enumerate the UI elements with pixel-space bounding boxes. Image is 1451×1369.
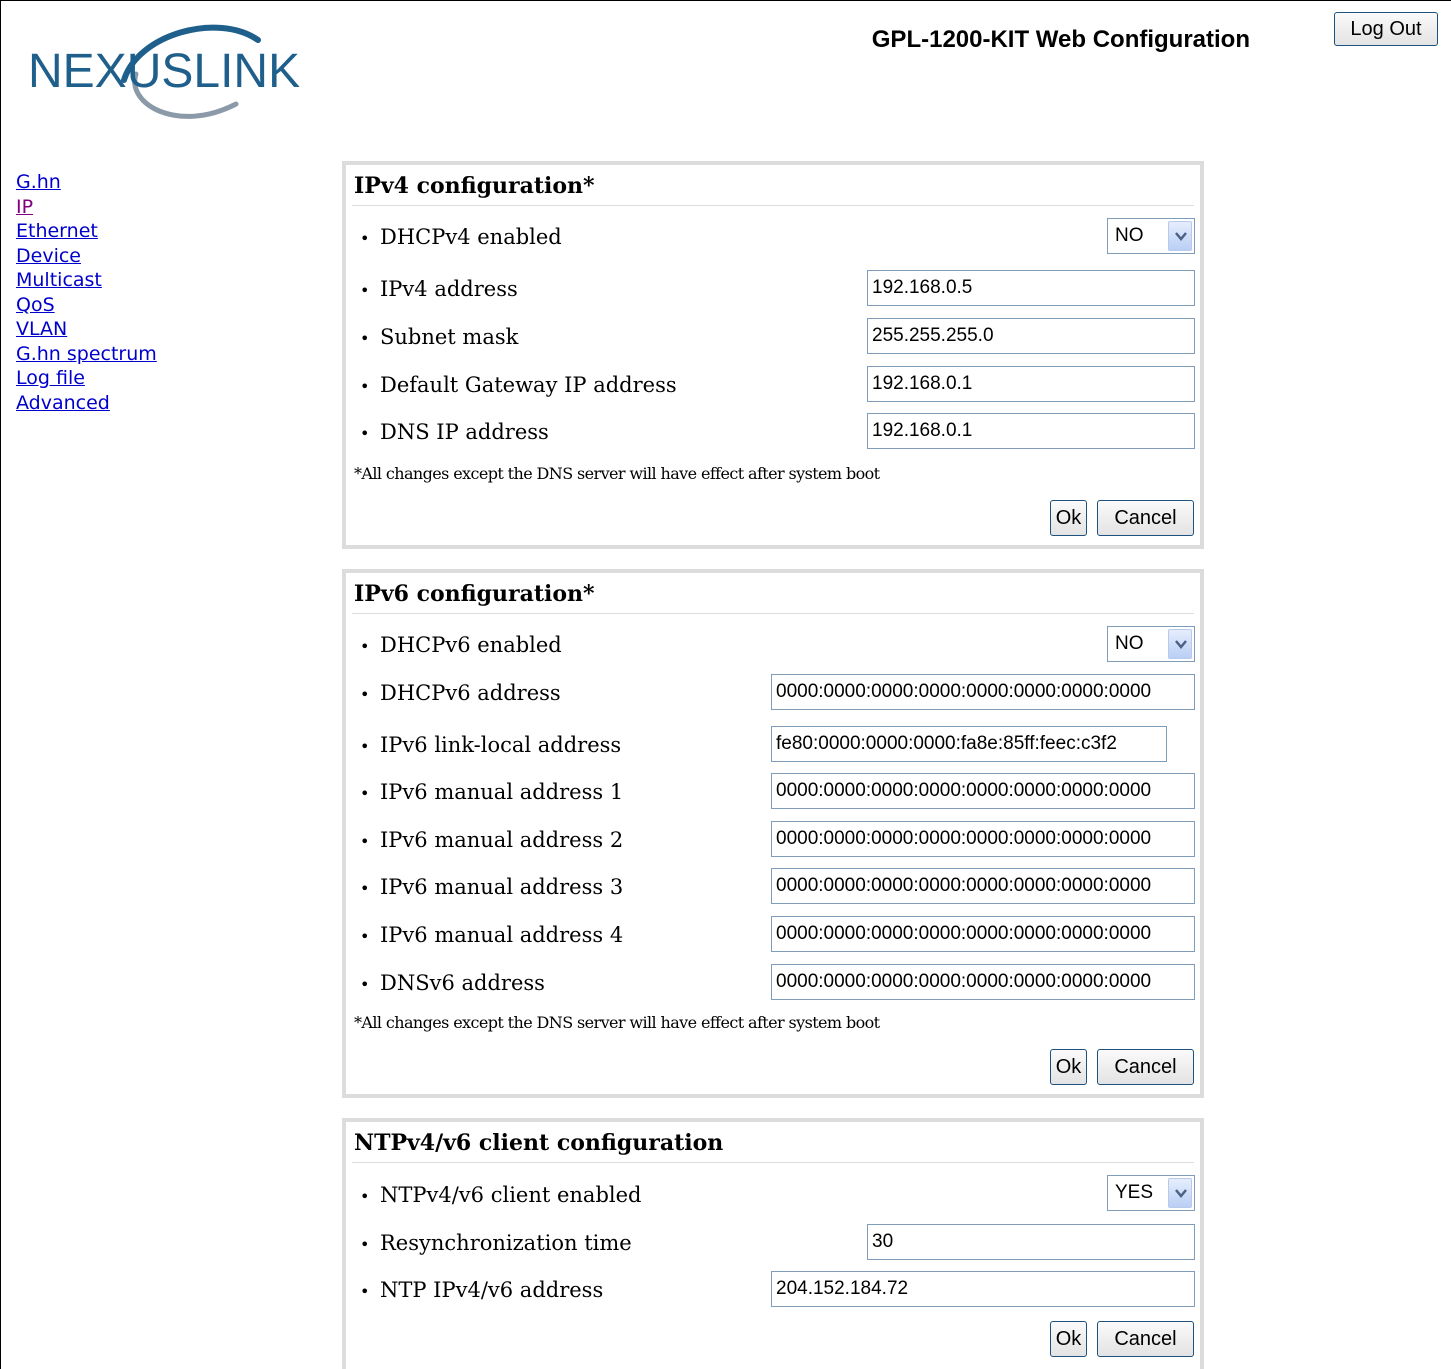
sidebar-item-advanced[interactable]: Advanced	[16, 391, 157, 416]
chevron-down-icon	[1168, 629, 1192, 659]
ntp-enabled-label: • NTPv4/v6 client enabled	[360, 1183, 642, 1207]
ntp-address-label: • NTP IPv4/v6 address	[360, 1278, 604, 1302]
ipv6-note: *All changes except the DNS server will …	[354, 1013, 880, 1032]
ipv4-panel-title: IPv4 configuration*	[354, 173, 595, 199]
resync-time-label: • Resynchronization time	[360, 1231, 632, 1255]
dnsv6-label: • DNSv6 address	[360, 971, 545, 995]
ipv4-address-field[interactable]: 192.168.0.5	[867, 270, 1195, 306]
gateway-field[interactable]: 192.168.0.1	[867, 366, 1195, 402]
dhcpv6-label: • DHCPv6 enabled	[360, 633, 562, 657]
divider	[352, 205, 1194, 206]
window-frame-top	[0, 0, 1451, 1]
ipv6-cancel-button[interactable]: Cancel	[1097, 1049, 1194, 1085]
dhcpv6-address-label: • DHCPv6 address	[360, 681, 561, 705]
sidebar-item-ghn-spectrum[interactable]: G.hn spectrum	[16, 342, 157, 367]
window-frame-left	[0, 0, 1, 1369]
ipv6-panel-title: IPv6 configuration*	[354, 581, 595, 607]
link-local-label: • IPv6 link-local address	[360, 733, 622, 757]
chevron-down-icon	[1168, 221, 1192, 251]
manual-address-1-label: • IPv6 manual address 1	[360, 780, 624, 804]
subnet-mask-field[interactable]: 255.255.255.0	[867, 318, 1195, 354]
ipv4-ok-button[interactable]: Ok	[1050, 500, 1087, 536]
sidebar-item-ghn[interactable]: G.hn	[16, 170, 157, 195]
ntp-enabled-select[interactable]: YES	[1107, 1175, 1195, 1211]
manual-address-3-field[interactable]: 0000:0000:0000:0000:0000:0000:0000:0000	[771, 868, 1195, 904]
ntp-address-field[interactable]: 204.152.184.72	[771, 1271, 1195, 1307]
dns-label: • DNS IP address	[360, 420, 549, 444]
manual-address-4-label: • IPv6 manual address 4	[360, 923, 624, 947]
ipv6-ok-button[interactable]: Ok	[1050, 1049, 1087, 1085]
divider	[352, 613, 1194, 614]
divider	[352, 1162, 1194, 1163]
sidebar-item-device[interactable]: Device	[16, 244, 157, 269]
manual-address-4-field[interactable]: 0000:0000:0000:0000:0000:0000:0000:0000	[771, 916, 1195, 952]
manual-address-2-label: • IPv6 manual address 2	[360, 828, 624, 852]
ntp-cancel-button[interactable]: Cancel	[1097, 1321, 1194, 1357]
dns-field[interactable]: 192.168.0.1	[867, 413, 1195, 449]
ntp-panel-title: NTPv4/v6 client configuration	[354, 1130, 724, 1156]
dnsv6-field[interactable]: 0000:0000:0000:0000:0000:0000:0000:0000	[771, 964, 1195, 1000]
sidebar-item-log-file[interactable]: Log file	[16, 366, 157, 391]
chevron-down-icon	[1168, 1178, 1192, 1208]
dhcpv4-select[interactable]: NO	[1107, 218, 1195, 254]
gateway-label: • Default Gateway IP address	[360, 373, 677, 397]
sidebar-item-qos[interactable]: QoS	[16, 293, 157, 318]
sidebar-nav: G.hn IP Ethernet Device Multicast QoS VL…	[16, 170, 157, 415]
logout-button[interactable]: Log Out	[1334, 12, 1438, 46]
dhcpv6-select[interactable]: NO	[1107, 626, 1195, 662]
resync-time-field[interactable]: 30	[867, 1224, 1195, 1260]
sidebar-item-ethernet[interactable]: Ethernet	[16, 219, 157, 244]
subnet-mask-label: • Subnet mask	[360, 325, 519, 349]
ntp-panel: NTPv4/v6 client configuration • NTPv4/v6 …	[342, 1118, 1204, 1369]
ipv4-address-label: • IPv4 address	[360, 277, 518, 301]
dhcpv4-label: • DHCPv4 enabled	[360, 225, 562, 249]
ipv4-panel: IPv4 configuration* • DHCPv4 enabled NO •…	[342, 161, 1204, 549]
ipv4-note: *All changes except the DNS server will …	[354, 464, 880, 483]
dhcpv6-address-field[interactable]: 0000:0000:0000:0000:0000:0000:0000:0000	[771, 674, 1195, 710]
ipv6-panel: IPv6 configuration* • DHCPv6 enabled NO •…	[342, 569, 1204, 1098]
sidebar-item-multicast[interactable]: Multicast	[16, 268, 157, 293]
app-title: GPL-1200-KIT Web Configuration	[871, 26, 1250, 53]
sidebar-item-vlan[interactable]: VLAN	[16, 317, 157, 342]
ipv4-cancel-button[interactable]: Cancel	[1097, 500, 1194, 536]
manual-address-2-field[interactable]: 0000:0000:0000:0000:0000:0000:0000:0000	[771, 821, 1195, 857]
sidebar-item-ip[interactable]: IP	[16, 195, 157, 220]
manual-address-3-label: • IPv6 manual address 3	[360, 875, 624, 899]
manual-address-1-field[interactable]: 0000:0000:0000:0000:0000:0000:0000:0000	[771, 773, 1195, 809]
link-local-field[interactable]: fe80:0000:0000:0000:fa8e:85ff:feec:c3f2	[771, 726, 1167, 762]
ntp-ok-button[interactable]: Ok	[1050, 1321, 1087, 1357]
